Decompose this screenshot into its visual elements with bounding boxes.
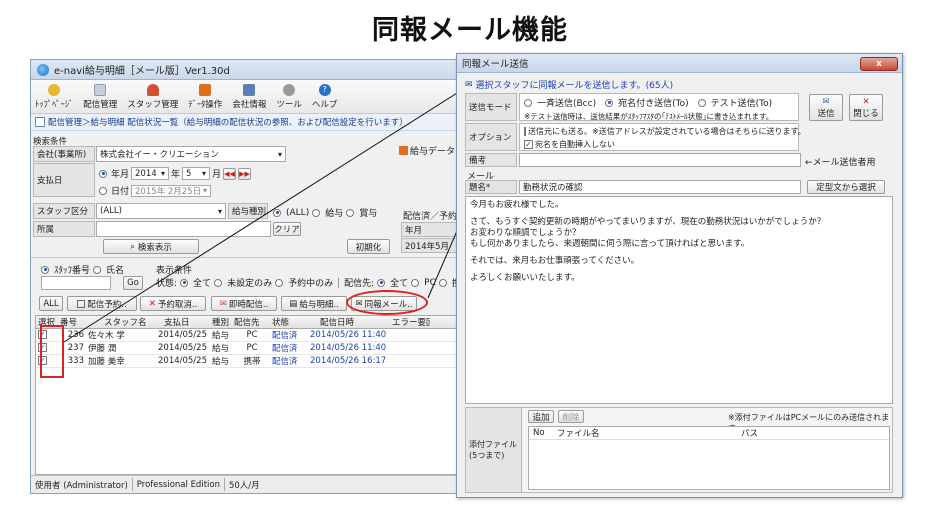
send-button[interactable]: ✉ 送信 [809,94,843,121]
template-button[interactable]: 定型文から選択 [807,180,885,194]
send-mode-box: 一斉送信(Bcc) 宛名付き送信(To) テスト送信(To) ※テスト送信時は、… [519,93,799,121]
memo-note: ←メール送信者用 [805,158,876,168]
dialog-close-button[interactable]: x [860,57,898,71]
attach-table-header: No ファイル名 パス [529,427,889,440]
memo-input[interactable] [519,153,801,167]
attach-section: 添付ファイル (5つまで) 追加 削除 ※添付ファイルはPCメールにのみ送信され… [465,407,893,493]
dialog-close-action-button[interactable]: ✕ 閉じる [849,94,883,121]
broadcast-dialog: 同報メール送信 x ✉ 選択スタッフに同報メールを送信します。(65人) 送信モー… [456,53,903,498]
mail-body[interactable]: 今月もお疲れ様でした。 さて、もうすぐ契約更新の時期がやってまいりますが、現在の… [465,196,893,404]
option-box: 送信元にも送る。※送信アドレスが設定されている場合はそちらに送ります。 ✓ 宛名を… [519,123,806,151]
arrow-line [63,87,466,343]
close-icon: ✕ [862,96,870,107]
attach-add-button[interactable]: 追加 [528,410,554,423]
send-mode-label: 送信モード [465,93,517,121]
mode-note: ※テスト送信時は、送信結果がｽﾀｯﾌﾏｽﾀの｢ﾃｽﾄﾒｰﾙ状態｣に書き込まれます… [524,112,774,121]
mode-to-radio[interactable] [605,98,614,107]
subject-label: 題名* [465,180,517,194]
send-icon: ✉ [822,96,830,107]
dialog-titlebar: 同報メール送信 [457,54,902,73]
mode-bcc-radio[interactable] [524,98,532,107]
no-name-checkbox[interactable]: ✓ [524,140,533,149]
option-label: オプション [465,123,517,151]
attach-label: 添付ファイル (5つまで) [466,408,522,492]
attach-remove-button[interactable]: 削除 [558,410,584,423]
dialog-info: ✉ 選択スタッフに同報メールを送信します。(65人) [465,79,674,92]
mode-test-radio[interactable] [697,98,706,107]
subject-input[interactable]: 勤務状況の確認 [519,180,801,194]
memo-label: 備考 [465,153,517,167]
attach-table: No ファイル名 パス [528,426,890,490]
mail-icon: ✉ [465,79,473,90]
cc-checkbox[interactable] [524,127,526,136]
